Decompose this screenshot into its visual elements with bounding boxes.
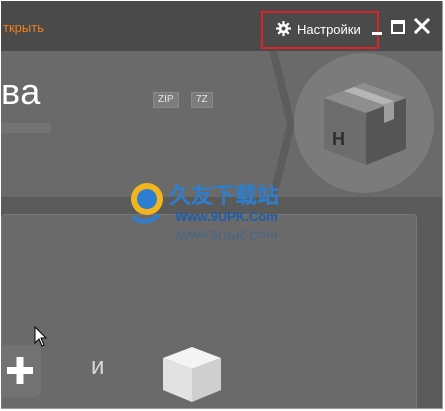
format-badge-7z: 7Z [191,92,213,108]
settings-label: Настройки [297,22,361,37]
hero-subtitle-bar [1,123,51,133]
format-badge-zip: ZIP [153,92,179,108]
watermark-url: Www.9UPK.Com [175,209,278,224]
archive-illustration: H [294,53,434,193]
open-link[interactable]: ткрыть [3,20,44,35]
close-button[interactable] [413,17,431,35]
and-label: и [91,353,105,380]
mouse-cursor-icon [34,326,48,347]
maximize-button[interactable] [391,20,405,34]
maximize-icon [391,20,405,34]
title-bar: ткрыть Настройки [1,1,442,51]
watermark: 久友下载站 Www.9UPK.Com Www.9UPK.Com [125,177,315,243]
archive-box-icon-small [163,347,221,402]
minimize-button[interactable] [371,17,384,35]
archiver-window: ткрыть Настройки ва ZIP 7Z H 久友下载站 Www.9… [1,1,443,409]
gear-icon [276,21,291,36]
hero-title: ва [1,71,41,112]
svg-text:Www.9UPK.Com: Www.9UPK.Com [175,228,278,241]
box-letter: H [332,129,345,149]
settings-button[interactable]: Настройки [261,11,379,49]
plus-icon [7,357,33,384]
add-files-button[interactable] [1,345,41,397]
close-icon [413,17,431,35]
archive-box-icon: H [324,83,406,165]
hero-section: ва ZIP 7Z H [1,51,442,197]
watermark-cn-text: 久友下载站 [169,183,279,209]
minimize-icon [372,32,382,35]
